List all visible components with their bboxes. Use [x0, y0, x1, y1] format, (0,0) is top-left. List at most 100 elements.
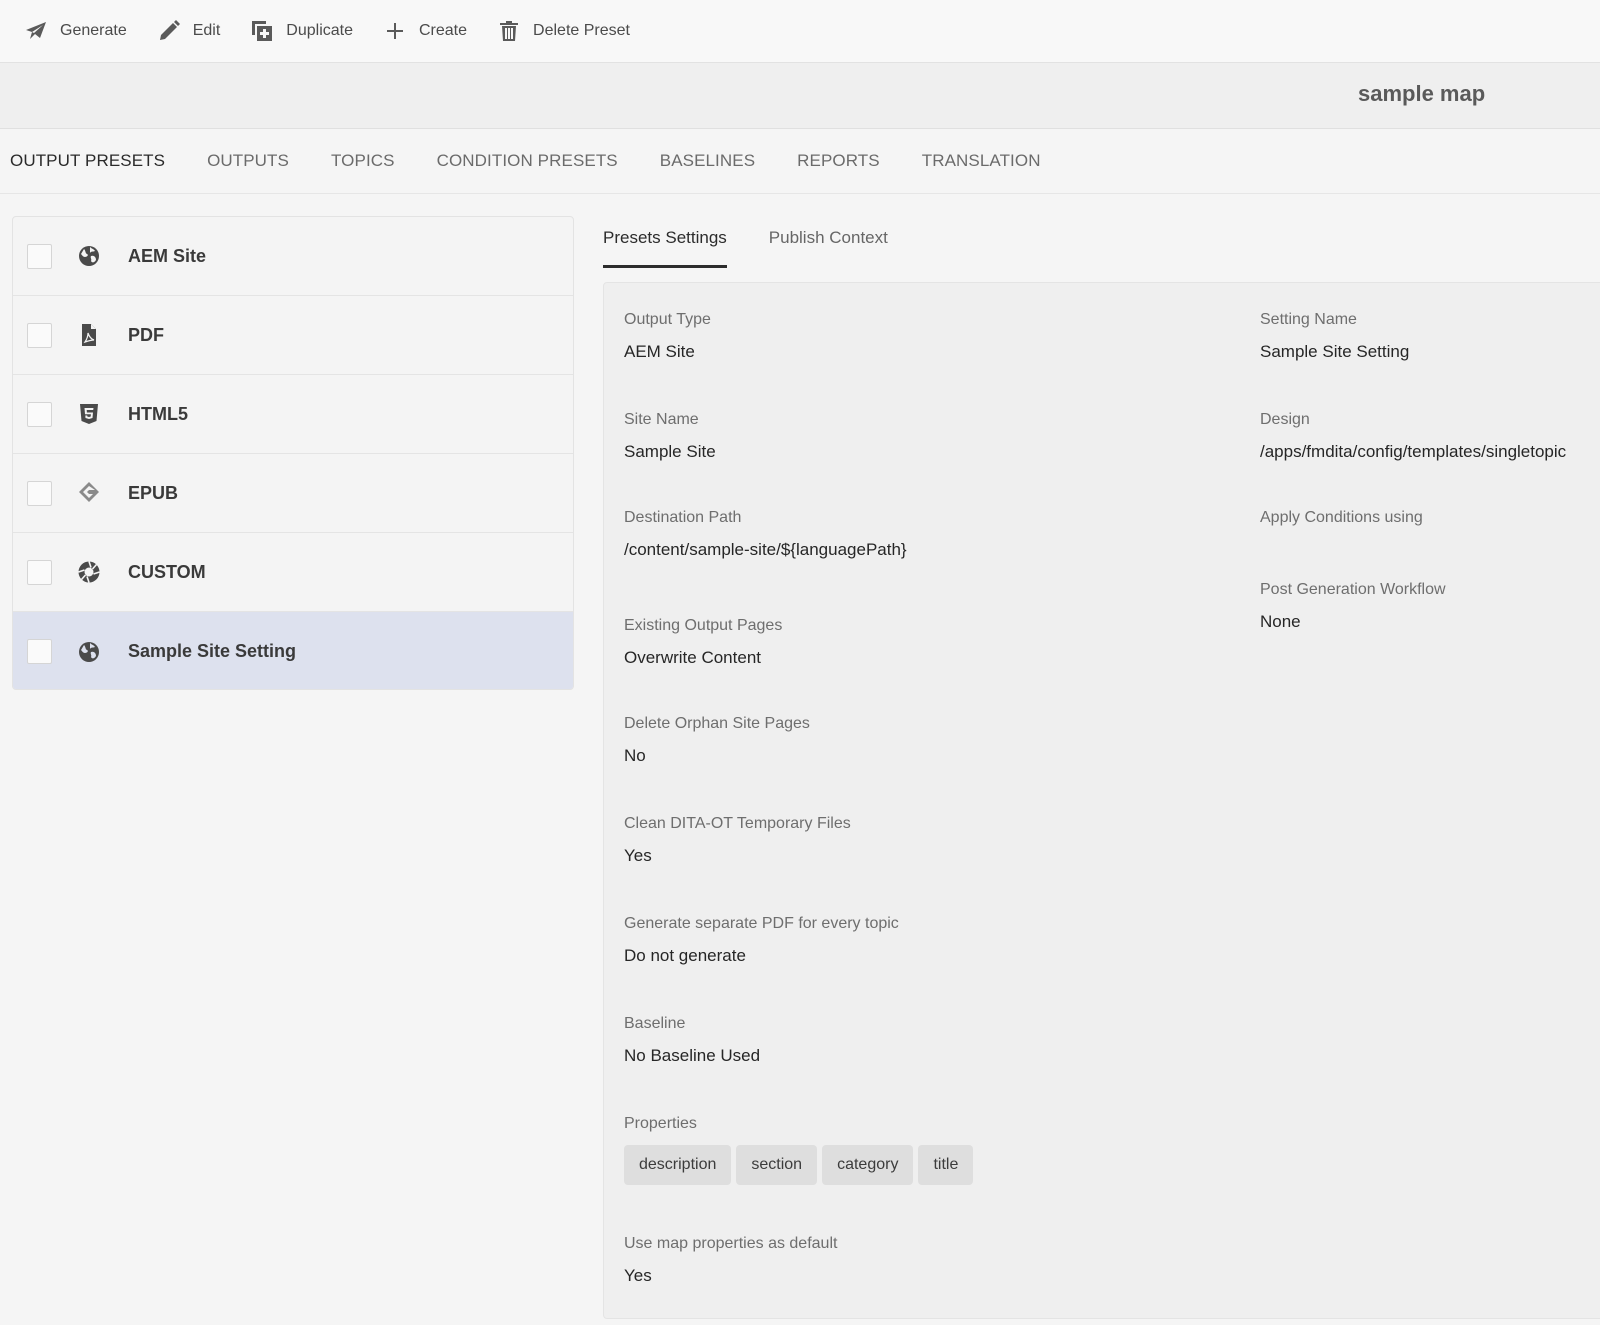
field-value: /apps/fmdita/config/templates/singletopi… [1260, 442, 1567, 461]
field-label: Output Type [624, 311, 711, 328]
tab-output-presets[interactable]: OUTPUT PRESETS [10, 151, 165, 171]
field-use-map-properties: Use map properties as default Yes [624, 1235, 837, 1286]
property-tag[interactable]: description [624, 1145, 732, 1185]
preset-checkbox[interactable] [27, 322, 52, 348]
preset-settings-panel: Output Type AEM Site Site Name Sample Si… [603, 282, 1600, 1319]
main-tabs: OUTPUT PRESETS OUTPUTS TOPICS CONDITION … [0, 129, 1600, 194]
field-label: Post Generation Workflow [1260, 581, 1446, 598]
field-apply-conditions: Apply Conditions using [1260, 509, 1423, 540]
create-label: Create [419, 22, 468, 39]
preset-label: Sample Site Setting [128, 641, 297, 661]
preset-checkbox[interactable] [27, 639, 52, 664]
pdf-icon [76, 322, 102, 348]
field-site-name: Site Name Sample Site [624, 411, 716, 462]
field-value: None [1260, 612, 1301, 631]
field-value: No [624, 746, 646, 765]
preset-row-epub[interactable]: EPUB [13, 454, 573, 533]
duplicate-icon [252, 21, 273, 41]
edit-label: Edit [192, 22, 221, 39]
delete-preset-label: Delete Preset [533, 22, 630, 39]
field-output-type: Output Type AEM Site [624, 311, 711, 362]
tab-publish-context[interactable]: Publish Context [769, 228, 888, 268]
field-setting-name: Setting Name Sample Site Setting [1260, 311, 1409, 362]
generate-label: Generate [60, 22, 127, 39]
aperture-icon [76, 559, 102, 585]
property-tag[interactable]: category [822, 1145, 914, 1185]
field-label: Site Name [624, 411, 699, 428]
toolbar: Generate Edit Duplicate Create Delete Pr… [0, 0, 1600, 63]
create-button[interactable]: Create [383, 19, 467, 43]
preset-label: EPUB [128, 482, 179, 503]
field-label: Generate separate PDF for every topic [624, 915, 899, 932]
preset-row-sample-site-setting[interactable]: Sample Site Setting [13, 612, 573, 689]
field-value: Sample Site [624, 442, 716, 461]
preset-checkbox[interactable] [27, 243, 52, 269]
field-label: Apply Conditions using [1260, 509, 1423, 526]
preset-row-aem-site[interactable]: AEM Site [13, 217, 573, 296]
field-value: No Baseline Used [624, 1046, 761, 1065]
preset-row-pdf[interactable]: PDF [13, 296, 573, 375]
field-separate-pdf: Generate separate PDF for every topic Do… [624, 915, 899, 966]
field-label: Use map properties as default [624, 1235, 838, 1252]
globe-icon [76, 243, 102, 269]
field-label: Design [1260, 411, 1310, 428]
preset-row-html5[interactable]: HTML5 [13, 375, 573, 454]
property-tags: description section category title [624, 1145, 978, 1185]
paper-plane-icon [26, 22, 46, 39]
globe-icon [76, 639, 102, 665]
field-value: AEM Site [624, 342, 695, 361]
field-value: /content/sample-site/${languagePath} [624, 540, 907, 559]
preset-list: AEM Site PDF HTML5 EPUB CUSTOM Sample Si [12, 216, 574, 690]
field-baseline: Baseline No Baseline Used [624, 1015, 760, 1066]
tab-reports[interactable]: REPORTS [797, 151, 880, 171]
duplicate-label: Duplicate [286, 22, 353, 39]
tab-baselines[interactable]: BASELINES [660, 151, 755, 171]
preset-checkbox[interactable] [27, 401, 52, 427]
trash-icon [500, 21, 519, 41]
property-tag[interactable]: title [918, 1145, 974, 1185]
field-label: Properties [624, 1115, 697, 1132]
field-label: Destination Path [624, 509, 742, 526]
map-title: sample map [1358, 81, 1486, 106]
field-value: Yes [624, 1266, 652, 1285]
field-clean-temp-files: Clean DITA-OT Temporary Files Yes [624, 815, 851, 866]
field-value: Sample Site Setting [1260, 342, 1410, 361]
field-post-generation-workflow: Post Generation Workflow None [1260, 581, 1446, 632]
field-delete-orphan-site-pages: Delete Orphan Site Pages No [624, 715, 810, 766]
field-value: Overwrite Content [624, 648, 761, 667]
epub-icon [76, 480, 102, 506]
preset-label: HTML5 [128, 403, 188, 424]
preset-label: AEM Site [128, 245, 207, 266]
field-label: Setting Name [1260, 311, 1357, 328]
generate-button[interactable]: Generate [24, 19, 127, 43]
field-design: Design /apps/fmdita/config/templates/sin… [1260, 411, 1566, 462]
plus-icon [387, 23, 403, 39]
tab-presets-settings[interactable]: Presets Settings [603, 228, 727, 268]
field-value: Do not generate [624, 946, 746, 965]
preset-label: CUSTOM [128, 561, 206, 582]
pencil-icon [159, 20, 180, 40]
field-destination-path: Destination Path /content/sample-site/${… [624, 509, 907, 560]
tab-translation[interactable]: TRANSLATION [922, 151, 1041, 171]
field-properties: Properties description section category … [624, 1115, 978, 1185]
property-tag[interactable]: section [736, 1145, 818, 1185]
preset-label: PDF [128, 324, 164, 345]
preset-checkbox[interactable] [27, 480, 52, 506]
preset-row-custom[interactable]: CUSTOM [13, 533, 573, 612]
preset-checkbox[interactable] [27, 559, 52, 585]
tab-condition-presets[interactable]: CONDITION PRESETS [437, 151, 618, 171]
tab-topics[interactable]: TOPICS [331, 151, 395, 171]
field-value: Yes [624, 846, 652, 865]
field-existing-output-pages: Existing Output Pages Overwrite Content [624, 617, 782, 668]
duplicate-button[interactable]: Duplicate [250, 19, 353, 43]
title-bar: sample map [0, 63, 1600, 129]
edit-button[interactable]: Edit [157, 19, 221, 43]
html5-icon [76, 401, 102, 427]
field-label: Existing Output Pages [624, 617, 783, 634]
tab-outputs[interactable]: OUTPUTS [207, 151, 289, 171]
field-label: Delete Orphan Site Pages [624, 715, 810, 732]
field-label: Baseline [624, 1015, 686, 1032]
delete-preset-button[interactable]: Delete Preset [497, 19, 630, 43]
field-label: Clean DITA-OT Temporary Files [624, 815, 851, 832]
detail-tabs: Presets Settings Publish Context [603, 228, 930, 268]
